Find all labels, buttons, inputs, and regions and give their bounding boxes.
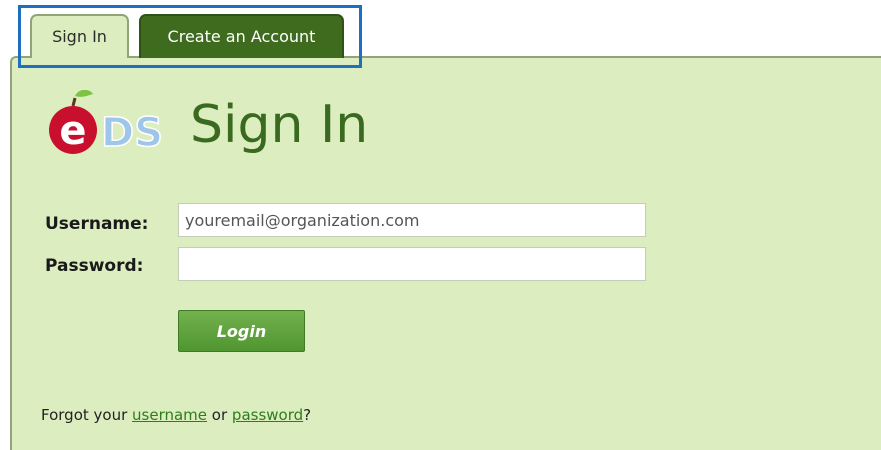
page-title: Sign In [190,95,369,155]
forgot-password-link[interactable]: password [232,406,303,424]
forgot-suffix: ? [303,406,312,424]
forgot-credentials-text: Forgot your username or password? [41,406,311,424]
leaf-icon [75,90,93,97]
forgot-username-link[interactable]: username [132,406,207,424]
password-field[interactable] [178,247,646,281]
login-button[interactable]: Login [178,310,305,352]
logo-letters-ds: DS [101,110,163,156]
tab-sign-in[interactable]: Sign In [30,14,129,58]
username-label: Username: [45,214,149,234]
forgot-prefix: Forgot your [41,406,133,424]
stem-icon [71,97,77,107]
password-label: Password: [45,256,144,276]
logo-letter-e: e [59,108,86,154]
forgot-middle: or [207,406,232,424]
eds-logo: e DS [49,90,164,156]
username-field[interactable] [178,203,646,237]
tab-create-account[interactable]: Create an Account [139,14,344,58]
